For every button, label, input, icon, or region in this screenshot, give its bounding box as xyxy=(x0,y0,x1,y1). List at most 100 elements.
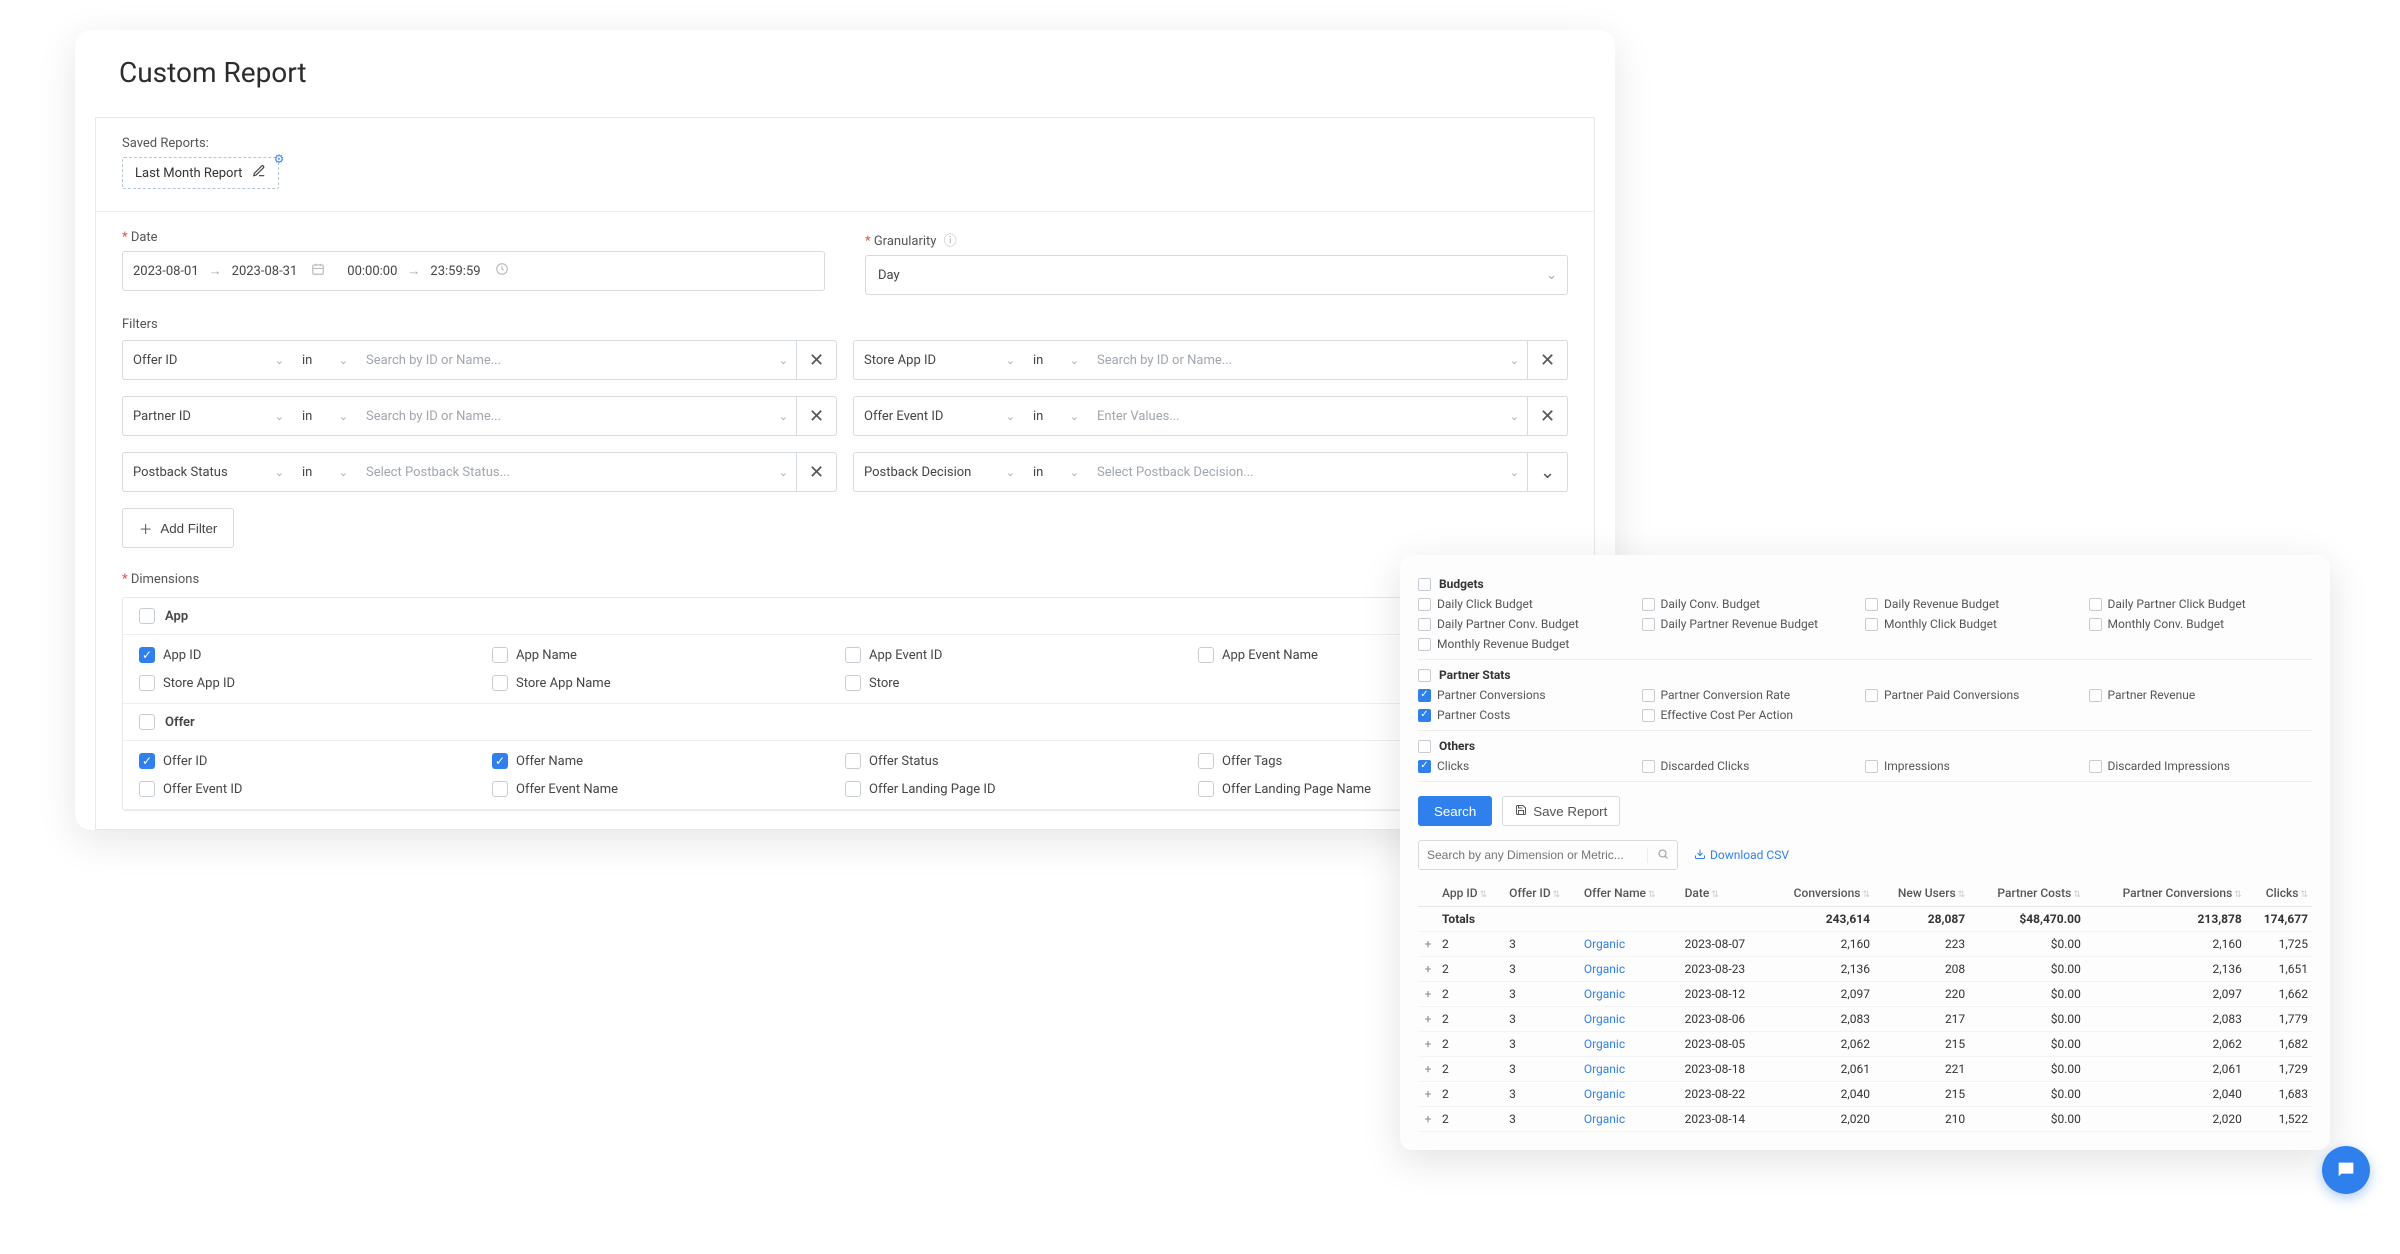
table-header[interactable]: Offer ID⇅ xyxy=(1505,880,1580,907)
checkbox[interactable] xyxy=(1865,618,1878,631)
table-header[interactable]: Partner Conversions⇅ xyxy=(2085,880,2246,907)
checkbox[interactable] xyxy=(1418,740,1431,753)
table-row[interactable]: + 23 Organic 2023-08-12 2,097220$0.002,0… xyxy=(1418,982,2312,1007)
expand-row-icon[interactable]: + xyxy=(1422,1012,1434,1026)
checkbox[interactable] xyxy=(1418,689,1431,702)
table-header[interactable]: Conversions⇅ xyxy=(1767,880,1874,907)
expand-row-icon[interactable]: + xyxy=(1422,1062,1434,1076)
checkbox[interactable] xyxy=(845,781,861,797)
checkbox[interactable] xyxy=(2089,689,2102,702)
table-row[interactable]: + 23 Organic 2023-08-06 2,083217$0.002,0… xyxy=(1418,1007,2312,1032)
filter-op-select[interactable]: in⌄ xyxy=(292,340,356,380)
filter-value-input[interactable]: Search by ID or Name...⌄ xyxy=(356,340,797,380)
table-row[interactable]: + 23 Organic 2023-08-14 2,020210$0.002,0… xyxy=(1418,1107,2312,1132)
filter-value-input[interactable]: Search by ID or Name...⌄ xyxy=(356,396,797,436)
expand-row-icon[interactable]: + xyxy=(1422,1112,1434,1126)
table-row[interactable]: + 23 Organic 2023-08-05 2,062215$0.002,0… xyxy=(1418,1032,2312,1057)
offer-name-link[interactable]: Organic xyxy=(1584,1062,1625,1076)
gear-icon[interactable]: ⚙ xyxy=(274,152,285,166)
table-row[interactable]: + 23 Organic 2023-08-18 2,061221$0.002,0… xyxy=(1418,1057,2312,1082)
checkbox[interactable] xyxy=(492,753,508,769)
offer-name-link[interactable]: Organic xyxy=(1584,1112,1625,1126)
table-header[interactable]: Clicks⇅ xyxy=(2246,880,2312,907)
checkbox[interactable] xyxy=(492,647,508,663)
checkbox[interactable] xyxy=(1418,760,1431,773)
checkbox[interactable] xyxy=(139,675,155,691)
filter-field-select[interactable]: Postback Decision⌄ xyxy=(853,452,1023,492)
checkbox[interactable] xyxy=(1642,598,1655,611)
checkbox[interactable] xyxy=(139,714,155,730)
checkbox[interactable] xyxy=(1418,598,1431,611)
date-range-picker[interactable]: 2023-08-01 → 2023-08-31 00:00:00 → 23:59… xyxy=(122,251,825,291)
pencil-icon[interactable] xyxy=(252,164,266,182)
filter-field-select[interactable]: Offer ID⌄ xyxy=(122,340,292,380)
offer-name-link[interactable]: Organic xyxy=(1584,1037,1625,1051)
filter-op-select[interactable]: in⌄ xyxy=(1023,452,1087,492)
saved-report-chip[interactable]: Last Month Report ⚙ xyxy=(122,157,279,189)
table-header[interactable]: Partner Costs⇅ xyxy=(1969,880,2085,907)
filter-field-select[interactable]: Store App ID⌄ xyxy=(853,340,1023,380)
checkbox[interactable] xyxy=(492,781,508,797)
checkbox[interactable] xyxy=(1865,760,1878,773)
checkbox[interactable] xyxy=(1418,638,1431,651)
checkbox[interactable] xyxy=(492,675,508,691)
offer-name-link[interactable]: Organic xyxy=(1584,1087,1625,1101)
table-header[interactable]: Date⇅ xyxy=(1681,880,1768,907)
table-row[interactable]: + 23 Organic 2023-08-22 2,040215$0.002,0… xyxy=(1418,1082,2312,1107)
download-csv-link[interactable]: Download CSV xyxy=(1694,848,1789,863)
remove-filter-button[interactable]: ✕ xyxy=(797,396,837,436)
checkbox[interactable] xyxy=(1198,781,1214,797)
checkbox[interactable] xyxy=(845,647,861,663)
checkbox[interactable] xyxy=(1198,753,1214,769)
checkbox[interactable] xyxy=(2089,618,2102,631)
checkbox[interactable] xyxy=(1642,618,1655,631)
checkbox[interactable] xyxy=(139,608,155,624)
remove-filter-button[interactable]: ✕ xyxy=(1528,396,1568,436)
table-row[interactable]: + 23 Organic 2023-08-23 2,136208$0.002,1… xyxy=(1418,957,2312,982)
table-header[interactable]: New Users⇅ xyxy=(1874,880,1969,907)
expand-row-icon[interactable]: + xyxy=(1422,1087,1434,1101)
expand-row-icon[interactable]: + xyxy=(1422,987,1434,1001)
filter-op-select[interactable]: in⌄ xyxy=(292,396,356,436)
help-fab[interactable] xyxy=(2322,1146,2370,1194)
expand-filter-button[interactable]: ⌄ xyxy=(1528,452,1568,492)
filter-field-select[interactable]: Postback Status⌄ xyxy=(122,452,292,492)
checkbox[interactable] xyxy=(1642,760,1655,773)
filter-op-select[interactable]: in⌄ xyxy=(1023,396,1087,436)
search-icon[interactable] xyxy=(1647,848,1677,863)
checkbox[interactable] xyxy=(1642,689,1655,702)
filter-field-select[interactable]: Partner ID⌄ xyxy=(122,396,292,436)
filter-value-input[interactable]: Enter Values...⌄ xyxy=(1087,396,1528,436)
offer-name-link[interactable]: Organic xyxy=(1584,937,1625,951)
filter-value-input[interactable]: Select Postback Decision...⌄ xyxy=(1087,452,1528,492)
expand-row-icon[interactable]: + xyxy=(1422,1037,1434,1051)
checkbox[interactable] xyxy=(1198,647,1214,663)
checkbox[interactable] xyxy=(845,675,861,691)
filter-value-input[interactable]: Search by ID or Name...⌄ xyxy=(1087,340,1528,380)
checkbox[interactable] xyxy=(2089,760,2102,773)
expand-row-icon[interactable]: + xyxy=(1422,962,1434,976)
offer-name-link[interactable]: Organic xyxy=(1584,962,1625,976)
checkbox[interactable] xyxy=(1865,598,1878,611)
table-header[interactable]: Offer Name⇅ xyxy=(1580,880,1681,907)
checkbox[interactable] xyxy=(1642,709,1655,722)
filter-value-input[interactable]: Select Postback Status...⌄ xyxy=(356,452,797,492)
checkbox[interactable] xyxy=(139,647,155,663)
checkbox[interactable] xyxy=(2089,598,2102,611)
expand-row-icon[interactable]: + xyxy=(1422,937,1434,951)
checkbox[interactable] xyxy=(1418,578,1431,591)
filter-field-select[interactable]: Offer Event ID⌄ xyxy=(853,396,1023,436)
filter-op-select[interactable]: in⌄ xyxy=(292,452,356,492)
offer-name-link[interactable]: Organic xyxy=(1584,1012,1625,1026)
remove-filter-button[interactable]: ✕ xyxy=(1528,340,1568,380)
search-button[interactable]: Search xyxy=(1418,796,1492,826)
help-icon[interactable]: ⓘ xyxy=(944,234,957,249)
checkbox[interactable] xyxy=(139,753,155,769)
checkbox[interactable] xyxy=(1418,669,1431,682)
save-report-button[interactable]: Save Report xyxy=(1502,796,1620,826)
checkbox[interactable] xyxy=(1418,709,1431,722)
table-row[interactable]: + 23 Organic 2023-08-07 2,160223$0.002,1… xyxy=(1418,932,2312,957)
add-filter-button[interactable]: ＋ Add Filter xyxy=(122,508,234,548)
checkbox[interactable] xyxy=(845,753,861,769)
remove-filter-button[interactable]: ✕ xyxy=(797,340,837,380)
